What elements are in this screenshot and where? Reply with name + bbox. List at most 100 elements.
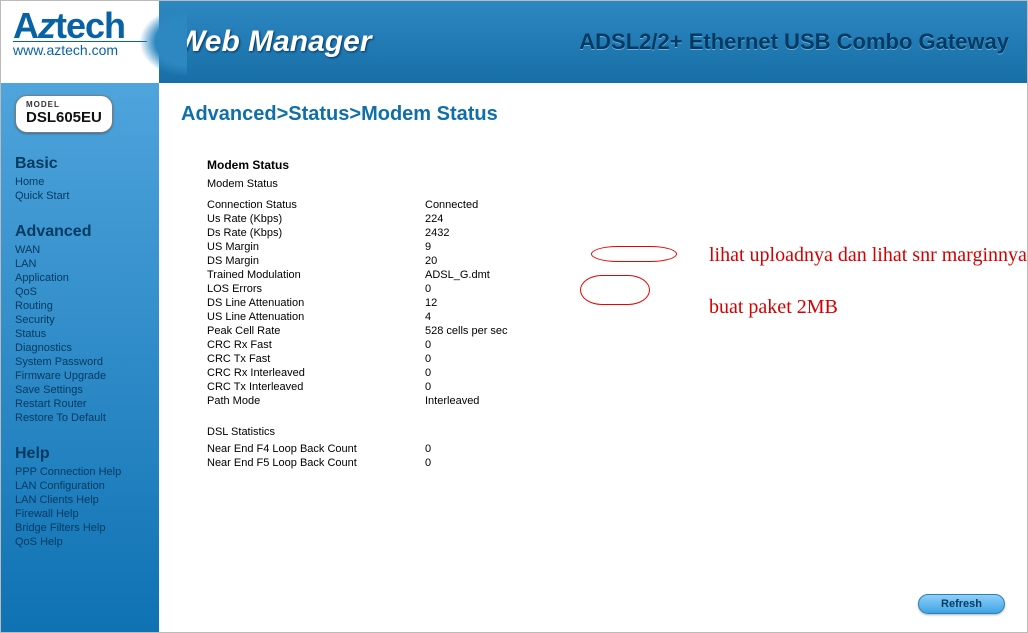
table-row: Near End F5 Loop Back Count0 — [207, 456, 545, 470]
nav-section: Basic HomeQuick Start — [15, 155, 145, 203]
stat-label: Trained Modulation — [207, 268, 425, 282]
table-row: US Margin9 — [207, 240, 545, 254]
table-row: Us Rate (Kbps)224 — [207, 212, 545, 226]
dsl-stats-caption: DSL Statistics — [207, 426, 1009, 438]
table-row: Path ModeInterleaved — [207, 394, 545, 408]
table-row: DS Margin20 — [207, 254, 545, 268]
stat-value: 0 — [425, 380, 545, 394]
nav-item-system-password[interactable]: System Password — [15, 355, 145, 369]
nav-section-head: Basic — [15, 155, 145, 173]
logo-subtext: www.aztech.com — [13, 41, 147, 58]
model-label: MODEL — [26, 100, 102, 109]
stat-label: LOS Errors — [207, 282, 425, 296]
annotation-text: lihat uploadnya dan lihat snr marginnya … — [709, 229, 1027, 333]
table-row: CRC Rx Fast0 — [207, 338, 545, 352]
stat-value: 528 cells per sec — [425, 324, 545, 338]
logo-brand: Aztech — [13, 9, 147, 43]
stat-value: 0 — [425, 456, 545, 470]
nav-item-ppp-connection-help[interactable]: PPP Connection Help — [15, 465, 145, 479]
nav-item-application[interactable]: Application — [15, 271, 145, 285]
stat-label: Connection Status — [207, 198, 425, 212]
stat-value: 0 — [425, 442, 545, 456]
table-row: CRC Tx Fast0 — [207, 352, 545, 366]
stat-label: DS Line Attenuation — [207, 296, 425, 310]
stat-label: Us Rate (Kbps) — [207, 212, 425, 226]
stat-value: 0 — [425, 282, 545, 296]
stat-value: 20 — [425, 254, 545, 268]
stat-value: ADSL_G.dmt — [425, 268, 545, 282]
nav-section: Advanced WANLANApplicationQoSRoutingSecur… — [15, 223, 145, 425]
nav-section-head: Advanced — [15, 223, 145, 241]
nav-item-status[interactable]: Status — [15, 327, 145, 341]
model-name: DSL605EU — [26, 109, 102, 126]
nav-item-diagnostics[interactable]: Diagnostics — [15, 341, 145, 355]
stat-label: CRC Tx Fast — [207, 352, 425, 366]
nav-item-lan[interactable]: LAN — [15, 257, 145, 271]
table-row: CRC Tx Interleaved0 — [207, 380, 545, 394]
stat-label: Near End F5 Loop Back Count — [207, 456, 425, 470]
model-badge: MODEL DSL605EU — [15, 95, 113, 133]
stat-label: DS Margin — [207, 254, 425, 268]
nav-item-firewall-help[interactable]: Firewall Help — [15, 507, 145, 521]
stat-value: 4 — [425, 310, 545, 324]
stat-label: US Line Attenuation — [207, 310, 425, 324]
nav-container: Basic HomeQuick Start Advanced WANLANApplic… — [15, 155, 145, 549]
nav-item-bridge-filters-help[interactable]: Bridge Filters Help — [15, 521, 145, 535]
nav-item-lan-configuration[interactable]: LAN Configuration — [15, 479, 145, 493]
nav-section: Help PPP Connection HelpLAN Configuration… — [15, 445, 145, 549]
table-row: US Line Attenuation4 — [207, 310, 545, 324]
table-row: DS Line Attenuation12 — [207, 296, 545, 310]
breadcrumb: Advanced>Status>Modem Status — [181, 103, 1009, 126]
modem-status-caption: Modem Status — [207, 178, 1009, 190]
stat-label: US Margin — [207, 240, 425, 254]
stat-value: 0 — [425, 338, 545, 352]
dsl-stats-table: Near End F4 Loop Back Count0Near End F5 … — [207, 442, 545, 470]
table-row: Ds Rate (Kbps)2432 — [207, 226, 545, 240]
nav-item-save-settings[interactable]: Save Settings — [15, 383, 145, 397]
stat-value: 12 — [425, 296, 545, 310]
app-window: Aztech www.aztech.com Web Manager ADSL2/… — [0, 0, 1028, 633]
nav-item-home[interactable]: Home — [15, 175, 145, 189]
nav-item-restore-to-default[interactable]: Restore To Default — [15, 411, 145, 425]
stat-label: Path Mode — [207, 394, 425, 408]
stat-label: Peak Cell Rate — [207, 324, 425, 338]
stat-value: 0 — [425, 366, 545, 380]
table-row: Near End F4 Loop Back Count0 — [207, 442, 545, 456]
stat-label: CRC Tx Interleaved — [207, 380, 425, 394]
nav-item-firmware-upgrade[interactable]: Firmware Upgrade — [15, 369, 145, 383]
table-row: Trained ModulationADSL_G.dmt — [207, 268, 545, 282]
stat-value: 0 — [425, 352, 545, 366]
nav-item-restart-router[interactable]: Restart Router — [15, 397, 145, 411]
stat-value: 224 — [425, 212, 545, 226]
refresh-button[interactable]: Refresh — [918, 594, 1005, 614]
nav-item-lan-clients-help[interactable]: LAN Clients Help — [15, 493, 145, 507]
stat-label: Near End F4 Loop Back Count — [207, 442, 425, 456]
nav-item-security[interactable]: Security — [15, 313, 145, 327]
header-bar: Aztech www.aztech.com Web Manager ADSL2/… — [1, 1, 1027, 83]
sidebar: MODEL DSL605EU Basic HomeQuick Start Advan… — [1, 83, 159, 632]
stat-label: CRC Rx Interleaved — [207, 366, 425, 380]
table-row: LOS Errors0 — [207, 282, 545, 296]
stat-value: Interleaved — [425, 394, 545, 408]
nav-item-quick-start[interactable]: Quick Start — [15, 189, 145, 203]
table-row: Peak Cell Rate528 cells per sec — [207, 324, 545, 338]
table-row: CRC Rx Interleaved0 — [207, 366, 545, 380]
table-row: Connection StatusConnected — [207, 198, 545, 212]
stat-value: Connected — [425, 198, 545, 212]
nav-item-routing[interactable]: Routing — [15, 299, 145, 313]
main-row: MODEL DSL605EU Basic HomeQuick Start Advan… — [1, 83, 1027, 632]
stat-value: 2432 — [425, 226, 545, 240]
header-tagline: ADSL2/2+ Ethernet USB Combo Gateway — [579, 29, 1009, 55]
header-title: Web Manager — [177, 25, 372, 59]
nav-item-qos-help[interactable]: QoS Help — [15, 535, 145, 549]
stat-label: CRC Rx Fast — [207, 338, 425, 352]
header-right: Web Manager ADSL2/2+ Ethernet USB Combo … — [159, 1, 1027, 83]
nav-item-wan[interactable]: WAN — [15, 243, 145, 257]
modem-status-table: Connection StatusConnectedUs Rate (Kbps)… — [207, 198, 545, 408]
stat-value: 9 — [425, 240, 545, 254]
stat-label: Ds Rate (Kbps) — [207, 226, 425, 240]
nav-item-qos[interactable]: QoS — [15, 285, 145, 299]
modem-status-title: Modem Status — [207, 158, 1009, 172]
nav-section-head: Help — [15, 445, 145, 463]
content-area: Advanced>Status>Modem Status Modem Statu… — [159, 83, 1027, 632]
